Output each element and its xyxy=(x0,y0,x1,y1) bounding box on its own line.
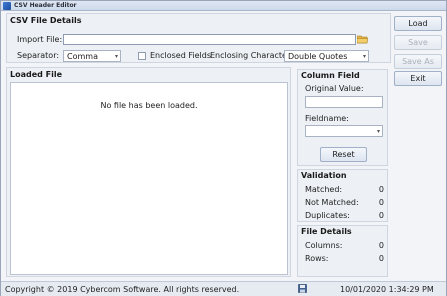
csv-details-heading: CSV File Details xyxy=(10,16,82,25)
folder-icon[interactable] xyxy=(357,35,368,44)
column-field-heading: Column Field xyxy=(301,71,360,80)
enclosing-character-label: Enclosing Character: xyxy=(210,51,293,60)
matched-label: Matched: xyxy=(305,185,343,194)
save-icon xyxy=(298,284,307,293)
csv-details-panel: CSV File Details Import File: Separator:… xyxy=(6,13,391,63)
original-value-input[interactable] xyxy=(305,96,383,108)
app-icon xyxy=(3,2,11,10)
columns-label: Columns: xyxy=(305,241,343,250)
not-matched-label: Not Matched: xyxy=(305,198,359,207)
reset-button[interactable]: Reset xyxy=(320,147,367,162)
enclosing-character-select[interactable]: Double Quotes ▾ xyxy=(284,50,369,62)
validation-panel: Validation Matched: 0 Not Matched: 0 Dup… xyxy=(297,169,388,222)
import-file-label: Import File: xyxy=(17,35,63,44)
save-as-button[interactable]: Save As xyxy=(394,54,442,69)
rows-label: Rows: xyxy=(305,254,329,263)
empty-message: No file has been loaded. xyxy=(100,101,198,110)
save-button[interactable]: Save xyxy=(394,35,442,50)
load-button[interactable]: Load xyxy=(394,16,442,31)
enclosed-fields-label[interactable]: Enclosed Fields xyxy=(150,51,211,60)
chevron-down-icon: ▾ xyxy=(114,53,118,60)
loaded-file-grid[interactable]: No file has been loaded. xyxy=(10,82,288,275)
datetime-text: 10/01/2020 1:34:29 PM xyxy=(340,285,434,294)
separator-value: Comma xyxy=(67,52,98,61)
validation-heading: Validation xyxy=(301,171,347,180)
chevron-down-icon: ▾ xyxy=(376,128,380,135)
matched-value: 0 xyxy=(378,185,384,194)
loaded-file-panel: Loaded File No file has been loaded. xyxy=(6,67,291,277)
separator-label: Separator: xyxy=(17,51,60,60)
window-title: CSV Header Editor xyxy=(14,2,77,9)
app-window: CSV Header Editor CSV File Details Impor… xyxy=(0,0,447,296)
file-details-panel: File Details Columns: 0 Rows: 0 xyxy=(297,225,388,277)
status-bar: Copyright © 2019 Cybercom Software. All … xyxy=(1,281,446,296)
exit-button[interactable]: Exit xyxy=(394,71,442,86)
duplicates-value: 0 xyxy=(378,211,384,220)
separator-select[interactable]: Comma ▾ xyxy=(63,50,121,62)
loaded-file-heading: Loaded File xyxy=(10,70,63,79)
title-bar: CSV Header Editor xyxy=(1,1,446,11)
import-file-input[interactable] xyxy=(63,34,356,45)
copyright-text: Copyright © 2019 Cybercom Software. All … xyxy=(5,285,240,294)
duplicates-label: Duplicates: xyxy=(305,211,350,220)
file-details-heading: File Details xyxy=(301,227,352,236)
enclosed-fields-checkbox[interactable] xyxy=(138,52,146,60)
rows-value: 0 xyxy=(378,254,384,263)
column-field-panel: Column Field Original Value: Fieldname: … xyxy=(297,69,388,166)
not-matched-value: 0 xyxy=(378,198,384,207)
fieldname-label: Fieldname: xyxy=(305,114,349,123)
chevron-down-icon: ▾ xyxy=(362,53,366,60)
columns-value: 0 xyxy=(378,241,384,250)
fieldname-select[interactable]: ▾ xyxy=(305,125,383,137)
enclosing-character-value: Double Quotes xyxy=(288,52,348,61)
original-value-label: Original Value: xyxy=(305,84,364,93)
